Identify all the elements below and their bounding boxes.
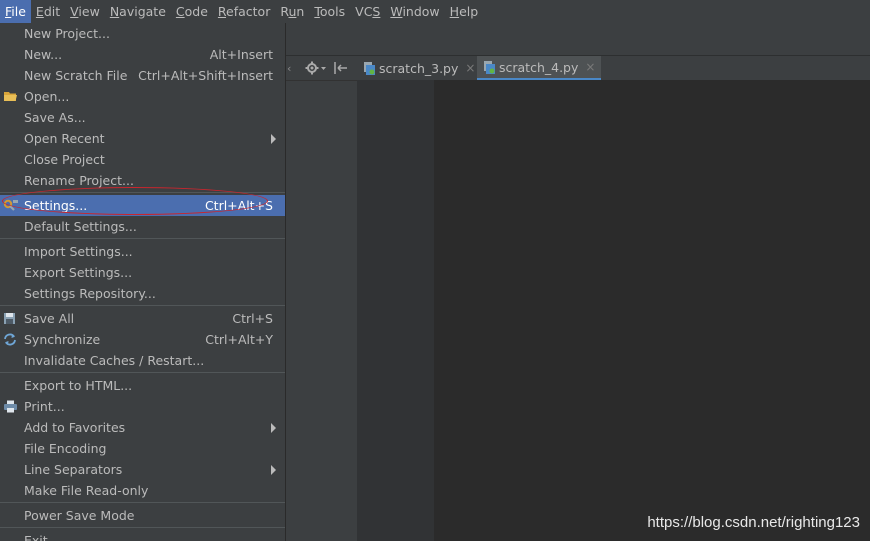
close-icon[interactable]: ×	[465, 61, 475, 75]
menu-item-new-project[interactable]: New Project...	[0, 23, 285, 44]
collapse-left-icon[interactable]: ‹	[287, 62, 295, 75]
menu-item-new[interactable]: New... Alt+Insert	[0, 44, 285, 65]
menu-item-shortcut: Ctrl+Alt+Y	[205, 332, 273, 347]
menu-item-add-to-favorites[interactable]: Add to Favorites	[0, 417, 285, 438]
menu-item-label: New...	[24, 47, 63, 62]
menu-help[interactable]: Help	[445, 0, 484, 23]
menu-item-exit[interactable]: Exit	[0, 530, 285, 541]
menu-separator	[0, 527, 285, 528]
menu-item-label: Save As...	[24, 110, 86, 125]
menu-separator	[0, 502, 285, 503]
menu-item-line-separators[interactable]: Line Separators	[0, 459, 285, 480]
menu-navigate[interactable]: Navigate	[105, 0, 171, 23]
menu-run[interactable]: Run	[275, 0, 309, 23]
project-panel	[285, 56, 357, 541]
menu-item-label: Open Recent	[24, 131, 105, 146]
menu-item-label: Make File Read-only	[24, 483, 149, 498]
menu-file[interactable]: File	[0, 0, 31, 23]
menu-item-file-encoding[interactable]: File Encoding	[0, 438, 285, 459]
menu-code[interactable]: Code	[171, 0, 213, 23]
menu-item-label: Invalidate Caches / Restart...	[24, 353, 205, 368]
menu-item-settings-repository[interactable]: Settings Repository...	[0, 283, 285, 304]
menu-item-print[interactable]: Print...	[0, 396, 285, 417]
menu-view[interactable]: View	[65, 0, 105, 23]
menu-item-import-settings[interactable]: Import Settings...	[0, 241, 285, 262]
menu-item-shortcut: Ctrl+S	[232, 311, 273, 326]
menu-bar: File Edit View Navigate Code Refactor Run Tools…	[0, 0, 870, 23]
menu-item-default-settings[interactable]: Default Settings...	[0, 216, 285, 237]
menu-item-label: New Project...	[24, 26, 110, 41]
menu-item-synchronize[interactable]: Synchronize Ctrl+Alt+Y	[0, 329, 285, 350]
menu-item-close-project[interactable]: Close Project	[0, 149, 285, 170]
menu-item-label: Settings Repository...	[24, 286, 156, 301]
menu-item-export-settings[interactable]: Export Settings...	[0, 262, 285, 283]
menu-item-label: Close Project	[24, 152, 105, 167]
menu-refactor[interactable]: Refactor	[213, 0, 275, 23]
menu-item-label: Print...	[24, 399, 65, 414]
submenu-arrow-icon	[271, 423, 276, 433]
sync-icon	[3, 333, 18, 346]
menu-item-label: Export Settings...	[24, 265, 133, 280]
menu-separator	[0, 238, 285, 239]
menu-tools[interactable]: Tools	[309, 0, 350, 23]
menu-item-label: File Encoding	[24, 441, 107, 456]
menu-item-label: Open...	[24, 89, 70, 104]
menu-item-label: Default Settings...	[24, 219, 137, 234]
python-file-icon	[363, 61, 375, 75]
highlight-annotation	[2, 187, 268, 215]
tab-scratch-3[interactable]: scratch_3.py ×	[363, 56, 475, 80]
submenu-arrow-icon	[271, 465, 276, 475]
menu-item-label: Add to Favorites	[24, 420, 126, 435]
editor-gutter	[357, 80, 435, 541]
menu-item-save-as[interactable]: Save As...	[0, 107, 285, 128]
menu-item-label: Save All	[24, 311, 75, 326]
menu-item-label: New Scratch File	[24, 68, 128, 83]
menu-item-label: Power Save Mode	[24, 508, 135, 523]
menu-edit[interactable]: Edit	[31, 0, 65, 23]
editor-tab-strip: ‹ scratch_3.py × scratch_4.py ×	[285, 56, 870, 81]
file-menu-dropdown: New Project... New... Alt+Insert New Scratc…	[0, 23, 286, 541]
menu-vcs[interactable]: VCS	[350, 0, 385, 23]
menu-item-label: Line Separators	[24, 462, 123, 477]
menu-item-power-save-mode[interactable]: Power Save Mode	[0, 505, 285, 526]
watermark: https://blog.csdn.net/righting123	[647, 514, 860, 531]
tab-scratch-4[interactable]: scratch_4.py ×	[477, 56, 602, 80]
tab-label: scratch_3.py	[379, 60, 459, 76]
save-icon	[3, 312, 18, 325]
print-icon	[3, 400, 18, 413]
hide-panel-icon[interactable]	[333, 61, 349, 75]
menu-item-label: Rename Project...	[24, 173, 134, 188]
submenu-arrow-icon	[271, 134, 276, 144]
menu-item-open[interactable]: Open...	[0, 86, 285, 107]
menu-item-label: Export to HTML...	[24, 378, 133, 393]
menu-item-label: Synchronize	[24, 332, 101, 347]
python-file-icon	[483, 60, 495, 74]
menu-item-open-recent[interactable]: Open Recent	[0, 128, 285, 149]
menu-separator	[0, 372, 285, 373]
menu-window[interactable]: Window	[385, 0, 444, 23]
menu-item-shortcut: Ctrl+Alt+Shift+Insert	[138, 68, 273, 83]
code-editor[interactable]	[434, 80, 870, 541]
menu-item-label: Exit	[24, 533, 48, 541]
menu-item-invalidate-caches-restart[interactable]: Invalidate Caches / Restart...	[0, 350, 285, 371]
gear-icon[interactable]	[305, 61, 327, 75]
close-icon[interactable]: ×	[585, 60, 595, 74]
folder-icon	[3, 90, 18, 103]
menu-item-save-all[interactable]: Save All Ctrl+S	[0, 308, 285, 329]
tab-label: scratch_4.py	[499, 59, 579, 75]
menu-item-make-file-read-only[interactable]: Make File Read-only	[0, 480, 285, 501]
menu-item-new-scratch-file[interactable]: New Scratch File Ctrl+Alt+Shift+Insert	[0, 65, 285, 86]
menu-item-export-to-html[interactable]: Export to HTML...	[0, 375, 285, 396]
menu-item-shortcut: Alt+Insert	[209, 47, 273, 62]
menu-separator	[0, 305, 285, 306]
menu-item-label: Import Settings...	[24, 244, 133, 259]
